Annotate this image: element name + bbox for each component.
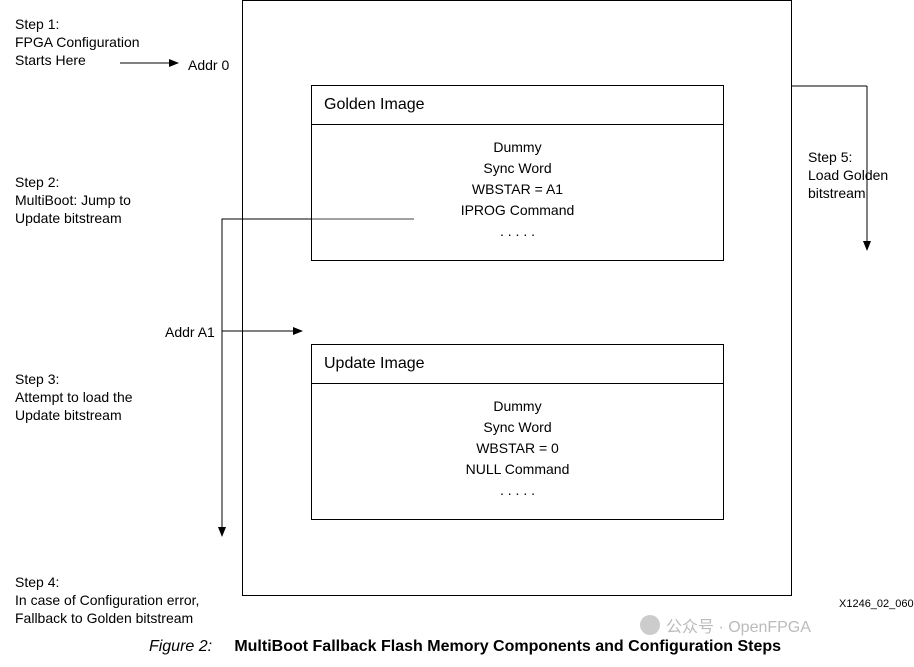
update-content: Dummy Sync Word WBSTAR = 0 NULL Command …: [312, 384, 723, 501]
golden-line1: Dummy: [312, 137, 723, 158]
update-image-box: Update Image Dummy Sync Word WBSTAR = 0 …: [311, 344, 724, 520]
step1-label: Step 1: FPGA Configuration Starts Here: [15, 15, 195, 70]
golden-ellipsis: . . . . .: [312, 221, 723, 242]
update-line1: Dummy: [312, 396, 723, 417]
step3-label: Step 3: Attempt to load the Update bitst…: [15, 370, 195, 425]
diagram-container: Golden Image Dummy Sync Word WBSTAR = A1…: [0, 0, 914, 667]
update-line3: WBSTAR = 0: [312, 438, 723, 459]
update-line2: Sync Word: [312, 417, 723, 438]
watermark: 公众号 · OpenFPGA: [640, 613, 811, 637]
figure-ref: X1246_02_060815: [839, 598, 914, 610]
update-ellipsis: . . . . .: [312, 480, 723, 501]
update-line4: NULL Command: [312, 459, 723, 480]
wechat-icon: [640, 615, 660, 635]
golden-line2: Sync Word: [312, 158, 723, 179]
golden-image-box: Golden Image Dummy Sync Word WBSTAR = A1…: [311, 85, 724, 261]
step5-label: Step 5: Load Golden bitstream: [808, 148, 908, 203]
update-title: Update Image: [312, 345, 723, 384]
golden-line3: WBSTAR = A1: [312, 179, 723, 200]
addr-a1-label: Addr A1: [165, 324, 215, 340]
golden-title: Golden Image: [312, 86, 723, 125]
golden-content: Dummy Sync Word WBSTAR = A1 IPROG Comman…: [312, 125, 723, 242]
figure-caption: Figure 2: MultiBoot Fallback Flash Memor…: [80, 638, 850, 656]
golden-line4: IPROG Command: [312, 200, 723, 221]
step2-label: Step 2: MultiBoot: Jump to Update bitstr…: [15, 173, 195, 228]
figure-title: MultiBoot Fallback Flash Memory Componen…: [234, 638, 781, 655]
step4-label: Step 4: In case of Configuration error, …: [15, 573, 235, 628]
figure-label: Figure 2:: [149, 638, 212, 655]
watermark-text: 公众号 · OpenFPGA: [666, 613, 811, 637]
addr-0-label: Addr 0: [188, 57, 229, 73]
